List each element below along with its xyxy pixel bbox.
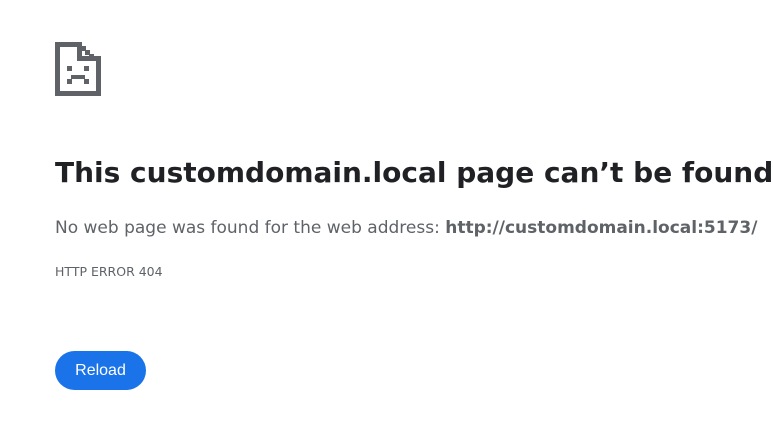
title-suffix: page can’t be found (446, 156, 773, 189)
title-host: customdomain.local (130, 156, 447, 189)
requested-url: http://customdomain.local:5173/ (445, 218, 758, 238)
error-code: HTTP ERROR 404 (55, 264, 163, 279)
error-message: No web page was found for the web addres… (55, 215, 757, 241)
title-prefix: This (55, 156, 131, 189)
sad-document-icon (55, 42, 101, 96)
reload-button[interactable]: Reload (55, 351, 146, 390)
page-title: This customdomain.local page can’t be fo… (55, 155, 773, 191)
message-prefix: No web page was found for the web addres… (55, 218, 446, 238)
